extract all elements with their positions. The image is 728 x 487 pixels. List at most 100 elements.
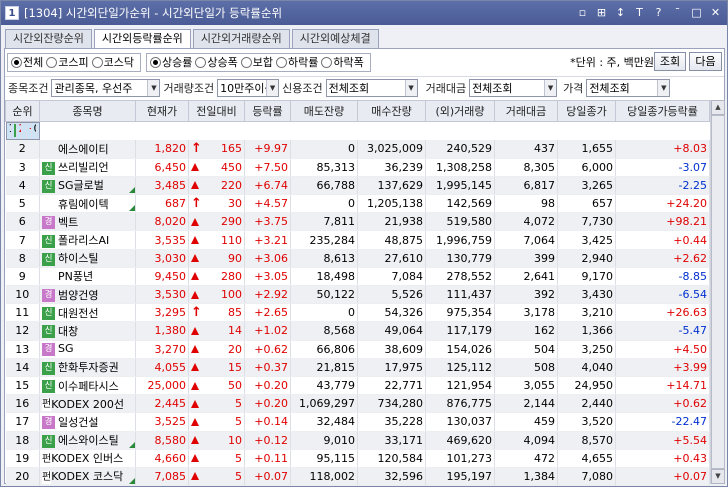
column-header[interactable]: 전일대비	[188, 100, 245, 122]
tab-3[interactable]: 시간외예상체결	[291, 29, 379, 48]
stock-name-cell[interactable]: 에스에이티	[39, 140, 136, 159]
stock-name-cell[interactable]: 경 일성건설	[39, 412, 136, 432]
close-icon[interactable]: ✕	[708, 5, 723, 20]
tab-0[interactable]: 시간외잔량순위	[5, 29, 92, 48]
table-row[interactable]: 11 신 대원전선 3,295 ↑ 85 +2.65 0 54,326 975,354 3,178 3…	[5, 303, 710, 323]
market-radio-circle-icon[interactable]	[11, 56, 22, 68]
help-icon[interactable]: ?	[651, 5, 666, 20]
column-header[interactable]: 매수잔량	[357, 100, 426, 122]
stock-name-cell[interactable]: 신 에스와이스틸	[39, 431, 136, 450]
chevron-down-icon[interactable]: ▼	[544, 79, 557, 96]
tab-2[interactable]: 시간외거래량순위	[192, 29, 290, 48]
stock-name[interactable]: SG	[58, 342, 74, 355]
stock-name[interactable]: KODEX 코스닥	[51, 470, 123, 483]
chevron-down-icon[interactable]: ▼	[404, 79, 417, 96]
column-header[interactable]: 매도잔량	[290, 100, 358, 122]
stock-name-cell[interactable]: 휴림에이텍	[39, 194, 136, 214]
stock-name-cell[interactable]: 신 폴라리스AI	[39, 230, 136, 250]
table-row[interactable]: 5 휴림에이텍 687 ↑ 30 +4.57 0 1,205,138 142,569 98 657 +…	[5, 194, 710, 214]
stock-name-cell[interactable]: 신 한화투자증권	[39, 358, 136, 377]
scroll-up-icon[interactable]: ▲	[711, 100, 725, 115]
stock-name[interactable]: 범양건영	[58, 289, 98, 302]
table-row[interactable]: 20 펀KODEX 코스닥 7,085 5 +0.07 118,002 32,596 195,…	[5, 467, 710, 487]
sort-icon[interactable]: ↕	[613, 5, 628, 20]
column-header[interactable]: 현재가	[135, 100, 189, 122]
stock-name-cell[interactable]: 펀KODEX 코스닥	[39, 467, 136, 487]
stock-name[interactable]: 벡트	[58, 216, 78, 229]
volume-cond-select[interactable]: 10만주이상▼	[217, 78, 280, 97]
stock-name[interactable]: 휴림에이텍	[58, 198, 109, 211]
stock-name[interactable]: 일성건설	[58, 416, 98, 429]
table-row[interactable]: 13 경 SG 3,270 20 +0.62 66,806 38,609 154,026 504 3…	[5, 340, 710, 359]
stock-cond-select[interactable]: 관리종목, 우선주 ▼	[51, 78, 161, 97]
sort-radio-circle-icon[interactable]	[240, 56, 252, 68]
sort-radio-circle-icon[interactable]	[321, 56, 333, 68]
stock-name-cell[interactable]: 신 하이스틸	[39, 249, 136, 268]
stock-name[interactable]: 대원전선	[58, 307, 98, 320]
table-row[interactable]: 2 에스에이티 1,820 ↑ 165 +9.97 0 3,025,009 240,529 437…	[5, 140, 710, 159]
stock-name-cell[interactable]: 신 SG글로벌	[39, 176, 136, 196]
stock-name[interactable]: KODEX 인버스	[51, 452, 123, 465]
table-row[interactable]: 8 신 하이스틸 3,030 90 +3.06 8,613 27,610 130,779 399 2…	[5, 249, 710, 268]
table-row[interactable]: 19 펀KODEX 인버스 4,660 5 +0.11 95,115 120,584 101,…	[5, 449, 710, 468]
table-row[interactable]: 14 신 한화투자증권 4,055 15 +0.37 21,815 17,975 125,112…	[5, 358, 710, 377]
column-header[interactable]: 당일종가	[557, 100, 616, 122]
column-header[interactable]: 등락률	[244, 100, 291, 122]
market-radio-2[interactable]: 코스닥	[91, 54, 134, 70]
chevron-down-icon[interactable]: ▼	[266, 79, 279, 96]
stock-name-cell[interactable]: 신 쓰리빌리언	[39, 158, 136, 177]
table-row[interactable]: 7 신 폴라리스AI 3,535 110 +3.21 235,284 48,875 1,996,…	[5, 230, 710, 250]
amount-select[interactable]: 전체조회 ▼	[469, 78, 558, 97]
chevron-down-icon[interactable]: ▼	[657, 79, 670, 96]
tab-1[interactable]: 시간외등락률순위	[93, 29, 191, 49]
table-row[interactable]: 1신엔브이에이치2,700↑245+9.9801,317,272260,4347…	[5, 122, 40, 140]
minimize-icon[interactable]: ˉ	[670, 5, 685, 20]
scroll-thumb[interactable]	[711, 115, 725, 469]
font-size-icon[interactable]: T	[632, 5, 647, 20]
stock-name-cell[interactable]: 신 이수페타시스	[39, 376, 136, 396]
credit-cond-select[interactable]: 전체조회 ▼	[325, 78, 418, 97]
stock-name[interactable]: SG글로벌	[58, 179, 104, 192]
chevron-down-icon[interactable]: ▼	[147, 79, 160, 96]
sort-radio-circle-icon[interactable]	[195, 56, 207, 68]
sort-radio-circle-icon[interactable]	[276, 56, 287, 68]
stock-name[interactable]: 에스에이티	[58, 143, 109, 156]
sort-radio-4[interactable]: 하락폭	[321, 54, 364, 70]
stock-name-cell[interactable]: PN풍년	[39, 267, 136, 287]
column-header[interactable]: 순위	[5, 100, 40, 122]
table-row[interactable]: 10 경 범양건영 3,530 100 +2.92 50,122 5,526 111,437 39…	[5, 285, 710, 305]
stock-name[interactable]: PN풍년	[58, 270, 93, 283]
pin-icon[interactable]: ▫	[575, 5, 590, 20]
stock-name[interactable]: 하이스틸	[58, 252, 98, 265]
stock-name-cell[interactable]: 펀KODEX 200선	[39, 394, 136, 414]
sort-radio-circle-icon[interactable]	[150, 56, 161, 68]
column-header[interactable]: (외)거래량	[425, 100, 495, 122]
market-radio-1[interactable]: 코스피	[46, 54, 89, 70]
stock-name[interactable]: KODEX 200선	[51, 398, 124, 411]
next-button[interactable]: 다음	[689, 52, 722, 71]
column-header[interactable]: 거래대금	[494, 100, 558, 122]
layout-icon[interactable]: ⊞	[594, 5, 609, 20]
sort-radio-0[interactable]: 상승률	[150, 54, 192, 70]
column-header[interactable]: 종목명	[39, 100, 136, 122]
stock-name[interactable]: 쓰리빌리언	[58, 161, 109, 174]
table-row[interactable]: 3 신 쓰리빌리언 6,450 450 +7.50 85,313 36,239 1,308,25…	[5, 158, 710, 177]
stock-name-cell[interactable]: 경 벡트	[39, 212, 136, 232]
stock-name-cell[interactable]: 신 대원전선	[39, 303, 136, 323]
stock-name-cell[interactable]: 경 범양건영	[39, 285, 136, 305]
market-radio-circle-icon[interactable]	[46, 56, 58, 68]
vertical-scrollbar[interactable]: ▲ ▼	[710, 100, 725, 484]
stock-name[interactable]: 이수페타시스	[58, 380, 119, 393]
stock-name-cell[interactable]: 경 SG	[39, 340, 136, 359]
maximize-icon[interactable]: □	[689, 5, 704, 20]
stock-name[interactable]: 에스와이스틸	[58, 434, 119, 447]
table-row[interactable]: 15 신 이수페타시스 25,000 50 +0.20 43,779 22,771 121,95…	[5, 376, 710, 396]
stock-name-cell[interactable]: 신엔브이에이치	[11, 123, 17, 139]
table-row[interactable]: 17 경 일성건설 3,525 5 +0.14 32,484 35,228 130,037 459…	[5, 412, 710, 432]
sort-radio-2[interactable]: 보합	[240, 54, 273, 70]
table-row[interactable]: 16 펀KODEX 200선 2,445 5 +0.20 1,069,297 734,280…	[5, 394, 710, 414]
scroll-down-icon[interactable]: ▼	[711, 469, 725, 484]
market-radio-circle-icon[interactable]	[91, 56, 103, 68]
stock-name[interactable]: 대창	[58, 325, 78, 338]
stock-name[interactable]: 한화투자증권	[58, 361, 119, 374]
